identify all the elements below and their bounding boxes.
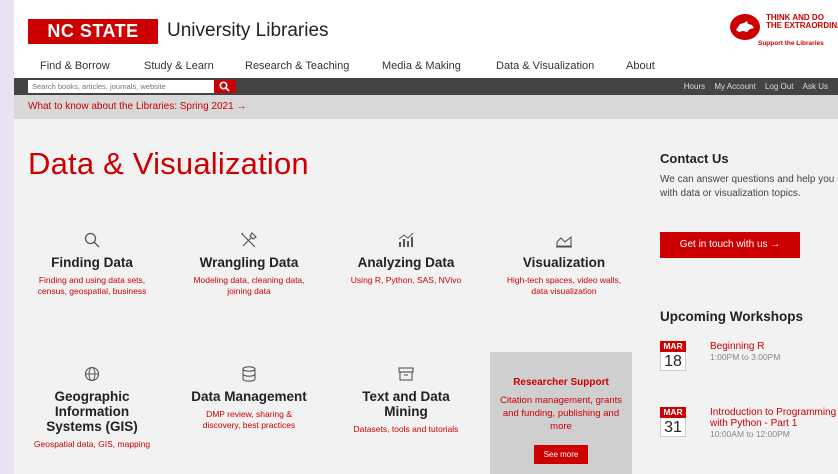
card-desc: Modeling data, cleaning data, joining da… bbox=[193, 275, 305, 296]
card-desc: Using R, Python, SAS, NVivo bbox=[350, 275, 462, 285]
card-finding-data[interactable]: Finding Data Finding and using data sets… bbox=[32, 231, 152, 296]
chart-icon bbox=[398, 232, 414, 247]
search-input[interactable] bbox=[28, 80, 214, 93]
nav-media-making[interactable]: Media & Making bbox=[382, 60, 461, 72]
workshop-time: 10:00AM to 12:00PM bbox=[710, 429, 790, 439]
researcher-support-panel: Researcher Support Citation management, … bbox=[490, 352, 632, 474]
page-title: Data & Visualization bbox=[28, 146, 309, 181]
workshop-time: 1:00PM to 3:00PM bbox=[710, 352, 781, 362]
ncstate-logo[interactable]: NC STATE bbox=[28, 19, 158, 44]
card-wrangling-data[interactable]: Wrangling Data Modeling data, cleaning d… bbox=[189, 231, 309, 296]
hours-link[interactable]: Hours bbox=[684, 82, 705, 91]
contact-text: We can answer questions and help you wit… bbox=[660, 174, 835, 199]
researcher-support-desc: Citation management, grants and funding,… bbox=[500, 395, 622, 432]
card-desc: High-tech spaces, video walls, data visu… bbox=[506, 275, 622, 296]
card-analyzing-data[interactable]: Analyzing Data Using R, Python, SAS, NVi… bbox=[346, 231, 466, 286]
workshop-title[interactable]: Beginning R bbox=[710, 341, 764, 352]
think-and-do-text[interactable]: THINK AND DO THE EXTRAORDINARY bbox=[766, 14, 838, 30]
log-out-link[interactable]: Log Out bbox=[765, 82, 793, 91]
get-in-touch-button[interactable]: Get in touch with us → bbox=[660, 232, 800, 258]
utility-bar: Hours My Account Log Out Ask Us bbox=[14, 78, 838, 95]
utility-links: Hours My Account Log Out Ask Us bbox=[677, 82, 828, 91]
researcher-support-title[interactable]: Researcher Support bbox=[490, 377, 632, 388]
main-nav: Find & Borrow Study & Learn Research & T… bbox=[14, 56, 838, 78]
tools-icon bbox=[241, 232, 257, 248]
site-header: NC STATE University Libraries THINK AND … bbox=[14, 0, 838, 56]
card-data-management[interactable]: Data Management DMP review, sharing & di… bbox=[189, 365, 309, 430]
page: NC STATE University Libraries THINK AND … bbox=[14, 0, 838, 474]
search-icon bbox=[219, 81, 230, 92]
card-gis[interactable]: Geographic Information Systems (GIS) Geo… bbox=[32, 365, 152, 450]
card-desc: Finding and using data sets, census, geo… bbox=[37, 275, 147, 296]
nav-find-borrow[interactable]: Find & Borrow bbox=[40, 60, 110, 72]
card-title: Visualization bbox=[522, 255, 606, 270]
card-desc: Datasets, tools and tutorials bbox=[353, 424, 459, 434]
workshop-date: MAR 31 bbox=[660, 407, 686, 437]
nav-data-visualization[interactable]: Data & Visualization bbox=[496, 60, 594, 72]
database-icon bbox=[242, 366, 256, 382]
archive-icon bbox=[398, 367, 414, 381]
card-title: Data Management bbox=[191, 389, 307, 404]
contact-heading: Contact Us bbox=[660, 151, 729, 166]
wolf-logo-icon[interactable] bbox=[730, 14, 760, 40]
see-more-button[interactable]: See more bbox=[533, 445, 589, 464]
nav-research-teaching[interactable]: Research & Teaching bbox=[245, 60, 349, 72]
announcement-bar: What to know about the Libraries: Spring… bbox=[14, 95, 838, 119]
card-visualization[interactable]: Visualization High-tech spaces, video wa… bbox=[504, 231, 624, 296]
nav-study-learn[interactable]: Study & Learn bbox=[144, 60, 214, 72]
card-title: Analyzing Data bbox=[357, 255, 455, 270]
workshop-title[interactable]: Introduction to Programming with Python … bbox=[710, 407, 836, 429]
announcement-link[interactable]: What to know about the Libraries: Spring… bbox=[28, 101, 246, 112]
workshop-date: MAR 18 bbox=[660, 341, 686, 371]
globe-icon bbox=[84, 366, 100, 382]
card-desc: Geospatial data, GIS, mapping bbox=[33, 439, 151, 449]
card-title: Geographic Information Systems (GIS) bbox=[46, 389, 138, 434]
card-title: Finding Data bbox=[51, 255, 133, 270]
card-title: Wrangling Data bbox=[199, 255, 299, 270]
card-text-data-mining[interactable]: Text and Data Mining Datasets, tools and… bbox=[346, 365, 466, 435]
area-chart-icon bbox=[556, 235, 572, 248]
libraries-title[interactable]: University Libraries bbox=[167, 18, 329, 44]
my-account-link[interactable]: My Account bbox=[714, 82, 755, 91]
ask-us-link[interactable]: Ask Us bbox=[803, 82, 828, 91]
card-title: Text and Data Mining bbox=[362, 389, 450, 419]
search-button[interactable] bbox=[214, 80, 236, 93]
workshops-heading: Upcoming Workshops bbox=[660, 309, 804, 324]
nav-about[interactable]: About bbox=[626, 60, 655, 72]
card-desc: DMP review, sharing & discovery, best pr… bbox=[202, 409, 296, 430]
support-libraries-link[interactable]: Support the Libraries bbox=[758, 40, 824, 47]
search-icon bbox=[84, 232, 100, 248]
